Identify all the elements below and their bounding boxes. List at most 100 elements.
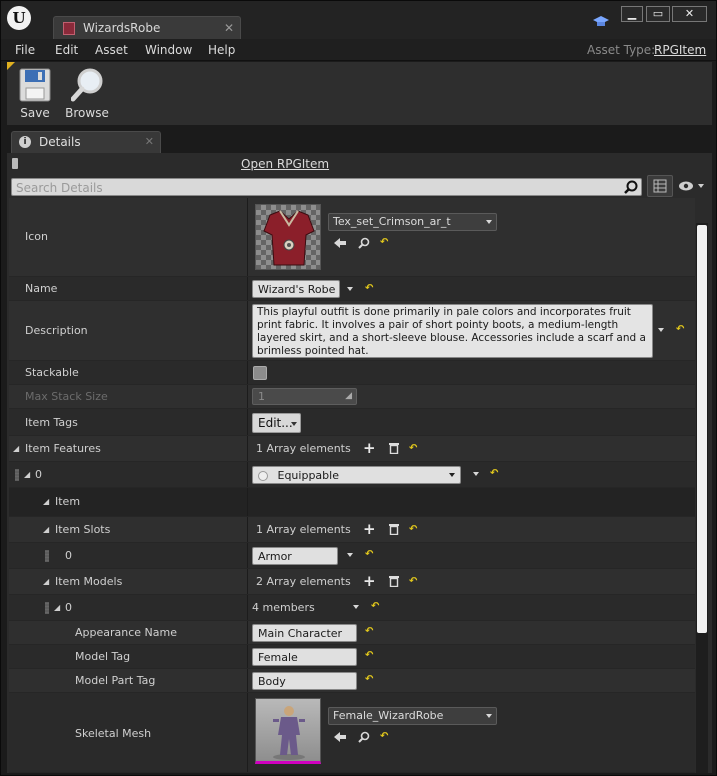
icon-label: Icon <box>25 230 48 243</box>
slot-0-index: 0 <box>65 549 72 562</box>
appearance-name-row: Appearance Name Main Character ↶ <box>9 621 695 645</box>
chevron-down-icon <box>291 422 297 426</box>
reset-to-default-icon[interactable]: ↶ <box>380 732 390 742</box>
model-0-row: ◢ 0 4 members ↶ <box>9 595 695 621</box>
stackable-checkbox[interactable] <box>253 366 267 380</box>
feature-options-icon[interactable] <box>473 472 479 476</box>
use-selected-arrow-icon[interactable] <box>334 731 346 743</box>
icon-asset-combo[interactable]: Tex_set_Crimson_ar_t <box>328 213 497 231</box>
reset-to-default-icon[interactable]: ↶ <box>365 651 375 661</box>
column-separator <box>247 595 248 620</box>
search-input[interactable]: Search Details <box>11 178 642 196</box>
expand-arrow-icon[interactable]: ◢ <box>24 470 30 479</box>
drag-handle-icon[interactable] <box>15 469 19 481</box>
menu-window[interactable]: Window <box>145 43 192 57</box>
search-icon[interactable] <box>624 180 638 194</box>
menu-file[interactable]: File <box>15 43 35 57</box>
drag-handle-icon[interactable] <box>45 602 49 614</box>
learning-cap-icon[interactable] <box>593 15 609 29</box>
slot-dropdown-icon[interactable] <box>347 553 353 557</box>
scrollbar-thumb[interactable] <box>697 225 707 633</box>
expand-arrow-icon[interactable]: ◢ <box>13 444 19 453</box>
mesh-thumbnail[interactable] <box>255 698 321 764</box>
feature-0-row: ◢ 0 Equippable ↶ <box>9 462 695 488</box>
add-element-icon[interactable]: + <box>363 574 376 589</box>
reset-to-default-icon[interactable]: ↶ <box>490 469 500 479</box>
edit-tags-button[interactable]: Edit... <box>252 413 301 433</box>
reset-to-default-icon[interactable]: ↶ <box>371 602 381 612</box>
expand-arrow-icon[interactable]: ◢ <box>43 497 49 506</box>
name-field[interactable]: Wizard's Robe <box>252 280 340 298</box>
maximize-button[interactable]: ▭ <box>646 6 670 22</box>
model-part-tag-field[interactable]: Body <box>252 672 357 690</box>
expand-arrow-icon[interactable]: ◢ <box>43 577 49 586</box>
save-button[interactable]: Save <box>9 66 61 122</box>
max-stack-row: Max Stack Size 1 ◢ <box>9 385 695 409</box>
close-tab-icon[interactable]: ✕ <box>224 21 234 35</box>
delete-all-icon[interactable] <box>389 523 399 535</box>
model-tag-field[interactable]: Female <box>252 648 357 666</box>
max-stack-field[interactable]: 1 ◢ <box>252 388 357 405</box>
open-rpgitem-link[interactable]: Open RPGItem <box>241 157 329 171</box>
item-models-label: Item Models <box>55 575 123 588</box>
appearance-name-field[interactable]: Main Character <box>252 624 357 642</box>
icon-asset-name: Tex_set_Crimson_ar_t <box>333 215 451 228</box>
reset-to-default-icon[interactable]: ↶ <box>365 284 375 294</box>
browse-magnifier-icon[interactable] <box>358 731 370 743</box>
lock-pin-icon[interactable] <box>12 158 18 169</box>
close-details-icon[interactable]: ✕ <box>145 135 154 148</box>
reset-to-default-icon[interactable]: ↶ <box>365 675 375 685</box>
browse-label: Browse <box>65 106 109 120</box>
mesh-asset-combo[interactable]: Female_WizardRobe <box>328 707 497 725</box>
expand-arrow-icon[interactable]: ◢ <box>43 525 49 534</box>
item-models-row: ◢ Item Models 2 Array elements + ↶ <box>9 569 695 595</box>
menu-bar: File Edit Asset Window Help Asset Type: … <box>1 39 716 61</box>
menu-asset[interactable]: Asset <box>95 43 128 57</box>
delete-all-icon[interactable] <box>389 442 399 454</box>
reset-to-default-icon[interactable]: ↶ <box>380 238 390 248</box>
reset-to-default-icon[interactable]: ↶ <box>365 627 375 637</box>
minimize-button[interactable]: ▁ <box>621 6 643 22</box>
reset-to-default-icon[interactable]: ↶ <box>676 325 686 335</box>
asset-type-link[interactable]: RPGItem <box>654 43 706 57</box>
browse-magnifier-icon[interactable] <box>358 237 370 249</box>
unreal-logo-icon[interactable]: U <box>7 6 31 30</box>
reset-to-default-icon[interactable]: ↶ <box>409 577 419 587</box>
browse-button[interactable]: Browse <box>61 66 113 122</box>
appearance-name-label: Appearance Name <box>75 626 177 639</box>
view-options-button[interactable] <box>647 175 673 197</box>
close-window-button[interactable]: ✕ <box>672 6 707 22</box>
column-separator <box>247 693 248 772</box>
asset-icon <box>63 22 75 35</box>
reset-to-default-icon[interactable]: ↶ <box>365 550 375 560</box>
vertical-scrollbar[interactable] <box>696 223 708 773</box>
info-icon: i <box>19 136 31 148</box>
delete-all-icon[interactable] <box>389 575 399 587</box>
column-separator <box>247 569 248 594</box>
document-tab-label: WizardsRobe <box>83 21 161 35</box>
menu-help[interactable]: Help <box>208 43 235 57</box>
drag-handle-icon[interactable] <box>45 550 49 562</box>
eye-visibility-icon[interactable] <box>678 180 706 192</box>
description-dropdown-icon[interactable] <box>658 328 664 332</box>
icon-thumbnail[interactable] <box>255 204 321 270</box>
reset-to-default-icon[interactable]: ↶ <box>409 525 419 535</box>
icon-row: Icon Tex_set_Crimson_ar_t ↶ <box>9 198 695 277</box>
slot-0-field[interactable]: Armor <box>252 547 338 565</box>
details-tab[interactable]: i Details ✕ <box>11 131 161 153</box>
description-field[interactable]: This playful outfit is done primarily in… <box>252 304 653 358</box>
item-slots-label: Item Slots <box>55 523 111 536</box>
menu-edit[interactable]: Edit <box>55 43 78 57</box>
use-selected-arrow-icon[interactable] <box>334 237 346 249</box>
document-tab[interactable]: WizardsRobe ✕ <box>53 16 241 40</box>
add-element-icon[interactable]: + <box>363 441 376 456</box>
column-separator <box>247 361 248 384</box>
expand-arrow-icon[interactable]: ◢ <box>54 603 60 612</box>
reset-to-default-icon[interactable]: ↶ <box>409 444 419 454</box>
mesh-asset-name: Female_WizardRobe <box>333 709 444 722</box>
model-options-icon[interactable] <box>353 605 359 609</box>
name-dropdown-icon[interactable] <box>347 287 353 291</box>
add-element-icon[interactable]: + <box>363 522 376 537</box>
item-features-row: ◢ Item Features 1 Array elements + ↶ <box>9 436 695 462</box>
feature-class-combo[interactable]: Equippable <box>252 466 461 484</box>
